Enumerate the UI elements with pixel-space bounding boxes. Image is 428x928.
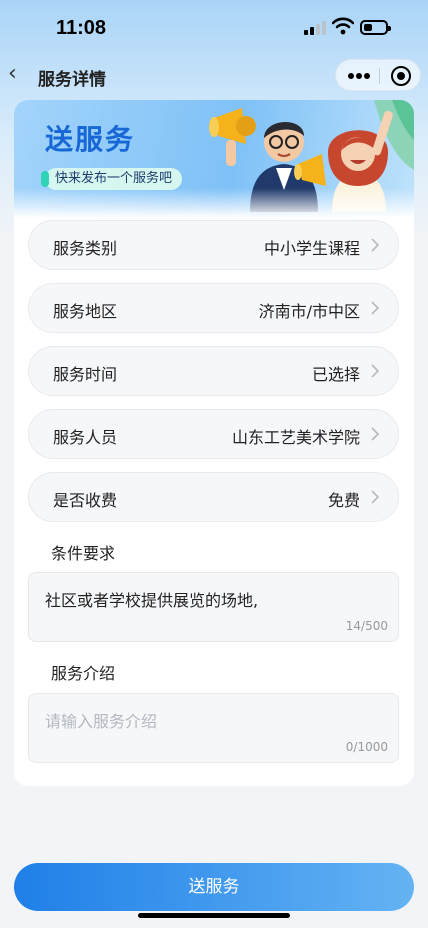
row-service-category[interactable]: 服务类别 中小学生课程 xyxy=(28,220,399,270)
row-value: 中小学生课程 xyxy=(263,239,360,258)
signal-icon xyxy=(304,21,326,35)
status-time: 11:08 xyxy=(56,17,107,39)
navigation-bar: ‹ 服务详情 xyxy=(0,56,428,96)
more-dots-icon[interactable] xyxy=(348,73,370,79)
chevron-right-icon xyxy=(371,238,380,252)
chevron-right-icon xyxy=(371,364,380,378)
conditions-text: 社区或者学校提供展览的场地, xyxy=(45,591,259,610)
battery-icon xyxy=(360,20,391,35)
capsule-divider xyxy=(379,68,380,84)
intro-placeholder: 请输入服务介绍 xyxy=(45,712,158,731)
row-charge[interactable]: 是否收费 免费 xyxy=(28,472,399,522)
row-service-staff[interactable]: 服务人员 山东工艺美术学院 xyxy=(28,409,399,459)
chevron-right-icon xyxy=(371,490,380,504)
conditions-label: 条件要求 xyxy=(51,544,116,563)
row-label: 服务地区 xyxy=(53,302,118,321)
row-value: 已选择 xyxy=(311,365,360,384)
intro-counter: 0/1000 xyxy=(345,740,388,754)
mini-program-capsule xyxy=(335,59,421,91)
chevron-right-icon xyxy=(371,427,380,441)
intro-label: 服务介绍 xyxy=(51,664,116,683)
row-label: 服务人员 xyxy=(53,428,118,447)
row-label: 服务类别 xyxy=(53,239,118,258)
wifi-icon xyxy=(332,17,354,35)
page-title: 服务详情 xyxy=(38,70,106,90)
row-value: 免费 xyxy=(327,491,360,510)
banner-subtitle: 快来发布一个服务吧 xyxy=(40,168,183,190)
home-indicator xyxy=(138,913,290,918)
service-form-card: 送服务 快来发布一个服务吧 服务类别 中小学生课程 服务地区 济南市/市中区 服… xyxy=(14,100,414,786)
row-value: 济南市/市中区 xyxy=(258,302,360,321)
row-service-region[interactable]: 服务地区 济南市/市中区 xyxy=(28,283,399,333)
banner: 送服务 快来发布一个服务吧 xyxy=(14,100,414,218)
row-label: 是否收费 xyxy=(53,491,118,510)
row-value: 山东工艺美术学院 xyxy=(231,428,360,447)
conditions-textarea[interactable]: 社区或者学校提供展览的场地, 14/500 xyxy=(28,572,399,642)
conditions-counter: 14/500 xyxy=(345,619,388,633)
target-icon[interactable] xyxy=(391,66,411,86)
chevron-right-icon xyxy=(371,301,380,315)
chevron-left-icon[interactable]: ‹ xyxy=(8,63,24,86)
people-megaphone-illustration xyxy=(209,100,414,212)
status-bar: 11:08 xyxy=(0,0,428,56)
banner-title: 送服务 xyxy=(45,123,136,156)
row-label: 服务时间 xyxy=(53,365,118,384)
intro-textarea[interactable]: 请输入服务介绍 0/1000 xyxy=(28,693,399,763)
submit-button[interactable]: 送服务 xyxy=(14,863,414,911)
row-service-time[interactable]: 服务时间 已选择 xyxy=(28,346,399,396)
